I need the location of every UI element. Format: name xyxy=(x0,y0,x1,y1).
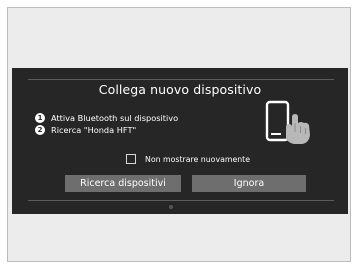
phone-touch-icon xyxy=(265,100,310,144)
checkbox-label: Non mostrare nuovamente xyxy=(145,154,251,164)
dont-show-again-option[interactable]: Non mostrare nuovamente xyxy=(126,154,250,164)
step-number-badge: 1 xyxy=(35,113,45,123)
instruction-step-1: 1 Attiva Bluetooth sul dispositivo xyxy=(35,113,178,123)
dont-show-again-checkbox[interactable] xyxy=(126,154,136,164)
ignore-button[interactable]: Ignora xyxy=(192,175,306,192)
instruction-step-2: 2 Ricerca "Honda HFT" xyxy=(35,125,136,135)
page-indicator-dot xyxy=(169,205,173,209)
top-divider xyxy=(28,79,334,80)
step-number-badge: 2 xyxy=(35,125,45,135)
dialog-title: Collega nuovo dispositivo xyxy=(98,82,262,97)
step-text: Attiva Bluetooth sul dispositivo xyxy=(51,113,179,123)
step-text: Ricerca "Honda HFT" xyxy=(51,125,137,135)
bottom-divider xyxy=(28,200,334,201)
search-devices-button[interactable]: Ricerca dispositivi xyxy=(65,175,181,192)
dialog-screen: Collega nuovo dispositivo 1 Attiva Bluet… xyxy=(12,68,348,214)
